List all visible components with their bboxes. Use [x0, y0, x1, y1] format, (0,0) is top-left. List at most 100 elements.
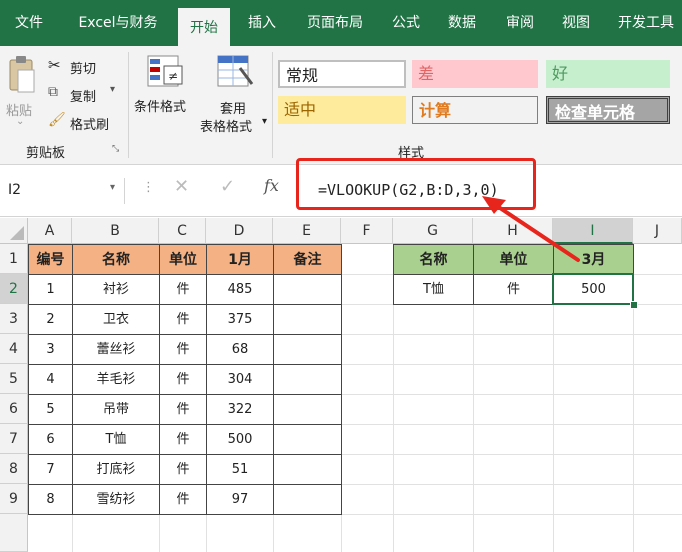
- lookup-cell[interactable]: 500: [553, 274, 634, 305]
- table-cell[interactable]: 打底衫: [72, 454, 160, 485]
- row-header-8[interactable]: 8: [0, 454, 28, 484]
- table-cell[interactable]: 97: [206, 484, 274, 515]
- format-painter-button[interactable]: 🖌 格式刷: [48, 112, 124, 133]
- paste-button[interactable]: 粘贴 ⌄: [4, 54, 38, 140]
- table-cell[interactable]: 7: [28, 454, 73, 485]
- column-header-f[interactable]: F: [341, 218, 393, 244]
- table-cell[interactable]: 8: [28, 484, 73, 515]
- row-header-9[interactable]: 9: [0, 484, 28, 514]
- row-header-5[interactable]: 5: [0, 364, 28, 394]
- tab-page-layout[interactable]: 页面布局: [296, 0, 374, 46]
- table-cell[interactable]: 6: [28, 424, 73, 455]
- row-header-2[interactable]: 2: [0, 274, 28, 304]
- table-header-cell[interactable]: 1月: [206, 244, 274, 275]
- table-cell[interactable]: 304: [206, 364, 274, 395]
- lookup-header-cell[interactable]: 名称: [393, 244, 474, 275]
- row-header-4[interactable]: 4: [0, 334, 28, 364]
- column-header-i[interactable]: I: [553, 218, 633, 244]
- row-header-6[interactable]: 6: [0, 394, 28, 424]
- table-cell[interactable]: 485: [206, 274, 274, 305]
- table-header-cell[interactable]: 编号: [28, 244, 73, 275]
- table-header-cell[interactable]: 备注: [273, 244, 342, 275]
- lookup-header-cell[interactable]: 单位: [473, 244, 554, 275]
- column-header-c[interactable]: C: [159, 218, 206, 244]
- table-cell[interactable]: [273, 334, 342, 365]
- row-header-1[interactable]: 1: [0, 244, 28, 274]
- style-neutral[interactable]: 适中: [278, 96, 406, 124]
- insert-function-icon[interactable]: fx: [264, 176, 279, 195]
- table-cell[interactable]: 500: [206, 424, 274, 455]
- tab-file[interactable]: 文件: [0, 0, 58, 46]
- row-header-7[interactable]: 7: [0, 424, 28, 454]
- enter-check-icon[interactable]: ✓: [220, 176, 235, 197]
- tab-formulas[interactable]: 公式: [382, 0, 430, 46]
- table-cell[interactable]: 件: [159, 304, 207, 335]
- table-cell[interactable]: T恤: [72, 424, 160, 455]
- style-calculation[interactable]: 计算: [412, 96, 538, 124]
- tab-data[interactable]: 数据: [438, 0, 486, 46]
- table-cell[interactable]: 件: [159, 364, 207, 395]
- column-header-g[interactable]: G: [393, 218, 473, 244]
- style-normal[interactable]: 常规: [278, 60, 406, 88]
- column-header-e[interactable]: E: [273, 218, 341, 244]
- table-cell[interactable]: 件: [159, 424, 207, 455]
- table-cell[interactable]: 3: [28, 334, 73, 365]
- tab-insert[interactable]: 插入: [238, 0, 286, 46]
- cancel-icon[interactable]: ✕: [174, 176, 189, 197]
- column-header-b[interactable]: B: [72, 218, 159, 244]
- tab-view[interactable]: 视图: [552, 0, 600, 46]
- lookup-cell[interactable]: 件: [473, 274, 554, 305]
- tab-excel-finance[interactable]: Excel与财务: [66, 0, 170, 46]
- style-bad[interactable]: 差: [412, 60, 538, 88]
- table-cell[interactable]: [273, 484, 342, 515]
- table-cell[interactable]: [273, 304, 342, 335]
- column-header-j[interactable]: J: [633, 218, 682, 244]
- table-cell[interactable]: 1: [28, 274, 73, 305]
- select-all-corner[interactable]: [0, 218, 28, 244]
- table-cell[interactable]: [273, 274, 342, 305]
- table-cell[interactable]: 吊带: [72, 394, 160, 425]
- dialog-launcher-icon[interactable]: ⤡: [112, 144, 119, 154]
- format-as-table-button[interactable]: 套用 表格格式 ▾: [198, 54, 270, 142]
- table-cell[interactable]: 68: [206, 334, 274, 365]
- table-cell[interactable]: 322: [206, 394, 274, 425]
- table-cell[interactable]: 羊毛衫: [72, 364, 160, 395]
- table-cell[interactable]: 5: [28, 394, 73, 425]
- table-cell[interactable]: 件: [159, 484, 207, 515]
- table-cell[interactable]: [273, 424, 342, 455]
- style-good[interactable]: 好: [546, 60, 670, 88]
- table-cell[interactable]: 卫衣: [72, 304, 160, 335]
- table-cell[interactable]: 件: [159, 274, 207, 305]
- tab-home[interactable]: 开始: [178, 8, 230, 46]
- column-header-a[interactable]: A: [28, 218, 72, 244]
- lookup-cell[interactable]: T恤: [393, 274, 474, 305]
- table-cell[interactable]: 衬衫: [72, 274, 160, 305]
- style-check-cell[interactable]: 检查单元格: [546, 96, 670, 124]
- table-cell[interactable]: 4: [28, 364, 73, 395]
- table-cell[interactable]: 2: [28, 304, 73, 335]
- cut-button[interactable]: ✂ 剪切: [48, 56, 118, 77]
- tab-review[interactable]: 审阅: [496, 0, 544, 46]
- fill-handle[interactable]: [630, 301, 638, 309]
- name-box[interactable]: I2 ▾: [0, 178, 125, 204]
- row-header-10[interactable]: [0, 514, 28, 552]
- row-header-3[interactable]: 3: [0, 304, 28, 334]
- table-cell[interactable]: 件: [159, 334, 207, 365]
- chevron-down-icon[interactable]: ▾: [110, 182, 115, 193]
- table-header-cell[interactable]: 单位: [159, 244, 207, 275]
- column-header-d[interactable]: D: [206, 218, 273, 244]
- table-cell[interactable]: 件: [159, 394, 207, 425]
- tab-developer[interactable]: 开发工具: [610, 0, 682, 46]
- copy-button[interactable]: ⧉ 复制 ▾: [48, 84, 124, 105]
- lookup-header-cell[interactable]: 3月: [553, 244, 634, 275]
- table-cell[interactable]: [273, 364, 342, 395]
- table-cell[interactable]: 雪纺衫: [72, 484, 160, 515]
- table-cell[interactable]: [273, 454, 342, 485]
- table-cell[interactable]: 51: [206, 454, 274, 485]
- table-cell[interactable]: 件: [159, 454, 207, 485]
- conditional-format-button[interactable]: ≠ 条件格式: [134, 54, 198, 134]
- column-header-h[interactable]: H: [473, 218, 553, 244]
- table-cell[interactable]: 375: [206, 304, 274, 335]
- table-cell[interactable]: [273, 394, 342, 425]
- table-cell[interactable]: 蕾丝衫: [72, 334, 160, 365]
